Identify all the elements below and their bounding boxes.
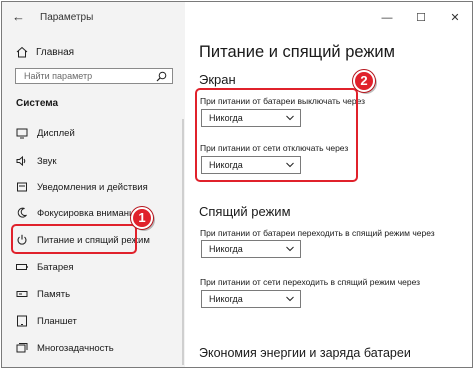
- dropdown-value: Никогда: [209, 294, 243, 304]
- sleep-battery-label: При питании от батареи переходить в спящ…: [200, 228, 435, 238]
- sidebar-section-label: Система: [16, 98, 59, 109]
- annotation-badge-2: 2: [353, 70, 375, 92]
- sidebar-item-label: Батарея: [37, 261, 74, 273]
- sidebar-item-notifications[interactable]: Уведомления и действия: [16, 180, 148, 194]
- settings-window: ← Параметры Главная Найти параметр Систе…: [1, 1, 473, 368]
- focus-assist-icon: [17, 207, 27, 218]
- sidebar-item-label: Фокусировка внимания: [37, 207, 140, 219]
- battery-icon: [16, 264, 28, 270]
- app-title: Параметры: [40, 12, 94, 23]
- chevron-down-icon: [286, 296, 294, 302]
- close-icon[interactable]: ✕: [438, 2, 472, 34]
- sidebar: ← Параметры Главная Найти параметр Систе…: [2, 2, 185, 367]
- sidebar-item-storage[interactable]: Память: [16, 287, 70, 301]
- highlight-box-screen-settings: [195, 88, 358, 182]
- sleep-plugged-label: При питании от сети переходить в спящий …: [200, 277, 421, 287]
- tablet-icon: [17, 315, 27, 327]
- annotation-badge-1: 1: [131, 207, 153, 229]
- storage-icon: [16, 291, 28, 297]
- page-title: Питание и спящий режим: [199, 43, 395, 61]
- highlight-box-power-item: [11, 224, 137, 254]
- sidebar-item-tablet[interactable]: Планшет: [16, 314, 77, 328]
- sleep-battery-dropdown[interactable]: Никогда: [201, 240, 301, 258]
- sidebar-scrollbar[interactable]: [182, 119, 184, 365]
- sidebar-item-sound[interactable]: Звук: [16, 154, 56, 168]
- sidebar-home-label: Главная: [36, 46, 75, 58]
- back-arrow-icon[interactable]: ←: [12, 10, 26, 24]
- sleep-plugged-dropdown[interactable]: Никогда: [201, 290, 301, 308]
- section-heading-energy-saving: Экономия энергии и заряда батареи: [199, 346, 411, 360]
- multitasking-icon: [16, 343, 28, 353]
- sidebar-item-display[interactable]: Дисплей: [16, 126, 75, 140]
- sidebar-item-label: Уведомления и действия: [37, 181, 148, 193]
- home-icon: [16, 46, 28, 58]
- sidebar-item-label: Память: [37, 288, 71, 300]
- display-icon: [16, 128, 28, 139]
- chevron-down-icon: [286, 246, 294, 252]
- section-heading-sleep: Спящий режим: [199, 204, 291, 219]
- search-icon[interactable]: [156, 71, 167, 82]
- notifications-icon: [17, 182, 27, 192]
- sidebar-home[interactable]: Главная: [16, 45, 74, 59]
- dropdown-value: Никогда: [209, 244, 243, 254]
- sidebar-item-battery[interactable]: Батарея: [16, 260, 74, 274]
- sidebar-item-label: Планшет: [37, 315, 77, 327]
- section-heading-screen: Экран: [199, 72, 236, 87]
- window-controls: — ☐ ✕: [370, 2, 472, 34]
- sidebar-item-multitasking[interactable]: Многозадачность: [16, 341, 114, 355]
- minimize-icon[interactable]: —: [370, 2, 404, 34]
- search-input[interactable]: Найти параметр: [15, 68, 173, 84]
- search-placeholder: Найти параметр: [24, 71, 93, 81]
- sidebar-item-focus-assist[interactable]: Фокусировка внимания: [16, 206, 139, 220]
- sidebar-item-label: Звук: [37, 155, 57, 167]
- sound-icon: [16, 155, 26, 167]
- title-bar: ← Параметры: [2, 2, 185, 34]
- maximize-icon[interactable]: ☐: [404, 2, 438, 34]
- sidebar-item-label: Дисплей: [37, 127, 75, 139]
- sidebar-item-label: Многозадачность: [37, 342, 114, 354]
